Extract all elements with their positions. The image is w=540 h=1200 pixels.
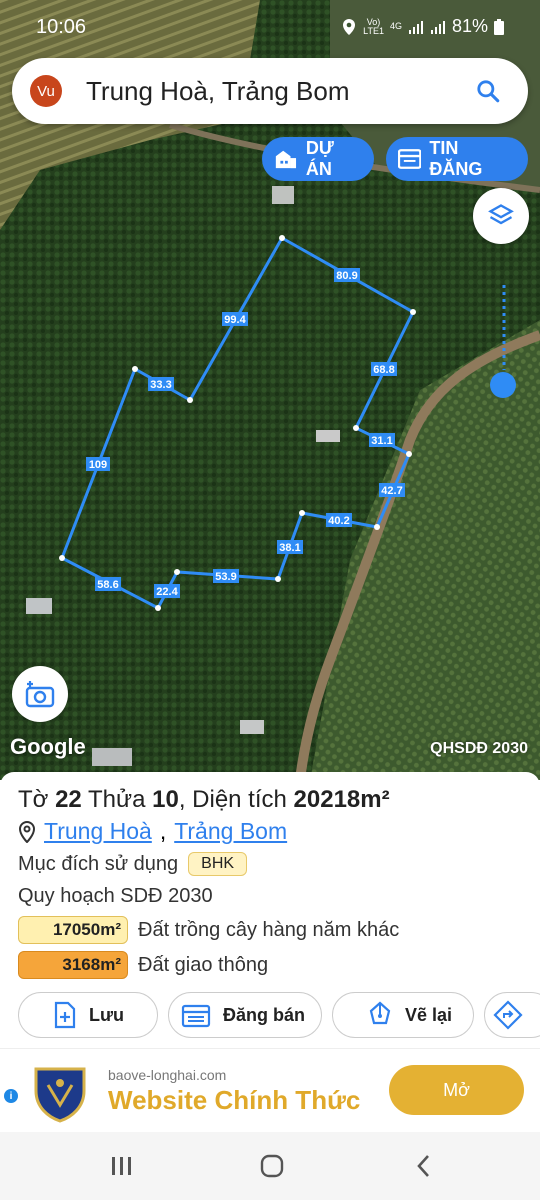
plan-name: Đất trồng cây hàng năm khác (138, 918, 400, 941)
edge-label: 33.3 (150, 379, 171, 391)
layers-button[interactable] (473, 188, 529, 244)
map-layer-label: QHSDĐ 2030 (430, 740, 528, 757)
district-link[interactable]: Trảng Bom (174, 818, 287, 845)
plan-item: 17050m² Đất trồng cây hàng năm khác (18, 916, 399, 944)
tin-dang-label: TIN ĐĂNG (429, 138, 483, 179)
directions-button[interactable] (484, 992, 540, 1038)
status-icons: Vo) LTE1 4G 81% (341, 16, 504, 37)
home-icon (260, 1154, 284, 1178)
add-camera-icon (25, 681, 55, 708)
search-query[interactable]: Trung Hoà, Trảng Bom (86, 76, 468, 107)
clock: 10:06 (36, 16, 87, 38)
ad-headline[interactable]: Website Chính Thức (108, 1085, 360, 1116)
satellite-map[interactable]: 80.9 99.4 33.3 68.8 31.1 109 42.7 40.2 3… (0, 0, 540, 780)
signal-icon-2 (430, 20, 445, 34)
add-photo-button[interactable] (12, 666, 68, 722)
location-pin-icon (18, 820, 36, 843)
status-bar: 10:06 Vo) LTE1 4G 81% (0, 0, 540, 52)
edge-label: 31.1 (371, 435, 392, 447)
commune-link[interactable]: Trung Hoà (44, 818, 152, 845)
edge-label: 80.9 (336, 270, 357, 282)
battery-percent: 81% (451, 16, 488, 36)
purpose-label: Mục đích sử dụng (18, 852, 179, 875)
recent-apps-button[interactable] (108, 1152, 136, 1180)
calendar-icon (181, 1004, 211, 1028)
edge-label: 53.9 (215, 571, 236, 583)
address-separator: , (159, 818, 167, 844)
sell-button[interactable]: Đăng bán (168, 992, 322, 1038)
longhai-shield-logo (34, 1067, 86, 1123)
network-indicator: 4G (389, 21, 402, 31)
redraw-pen-icon (369, 1001, 391, 1025)
edge-label: 68.8 (373, 364, 394, 376)
search-bar[interactable]: Vu Trung Hoà, Trảng Bom (12, 58, 528, 124)
layers-icon (488, 204, 514, 225)
plan-item: 3168m² Đất giao thông (18, 951, 268, 979)
system-nav-bar (0, 1132, 540, 1200)
save-button[interactable]: Lưu (18, 992, 158, 1038)
du-an-button[interactable]: DỰ ÁN (262, 137, 374, 181)
parcel-address: Trung Hoà, Trảng Bom (18, 818, 287, 845)
back-button[interactable] (410, 1152, 438, 1180)
avatar[interactable]: Vu (30, 75, 62, 107)
parcel-info-panel: Tờ 22 Thửa 10, Diện tích 20218m² Trung H… (0, 772, 540, 1050)
action-bar: Lưu Đăng bán Vẽ lại (0, 992, 540, 1040)
tin-dang-button[interactable]: TIN ĐĂNG (386, 137, 528, 181)
edge-label: 99.4 (224, 314, 246, 326)
edge-label: 42.7 (381, 485, 402, 497)
listing-icon (398, 149, 422, 169)
save-file-icon (54, 1001, 76, 1029)
redraw-button[interactable]: Vẽ lại (332, 992, 474, 1038)
parcel-title: Tờ 22 Thửa 10, Diện tích 20218m² (18, 786, 390, 813)
ad-info-icon[interactable]: i (4, 1089, 18, 1103)
signal-icon (408, 20, 423, 34)
plan-area: 3168m² (18, 951, 128, 979)
edge-label: 22.4 (156, 586, 178, 598)
edge-label: 109 (89, 459, 107, 471)
redraw-label: Vẽ lại (405, 1004, 453, 1025)
edge-label: 40.2 (328, 515, 349, 527)
back-chevron-icon (417, 1155, 429, 1177)
google-logo: Google (10, 734, 86, 759)
save-label: Lưu (89, 1004, 125, 1025)
recents-icon (112, 1157, 131, 1175)
location-status-icon (343, 18, 356, 35)
du-an-label: DỰ ÁN (305, 138, 334, 179)
ad-banner[interactable]: i baove-longhai.com Website Chính Thức M… (0, 1048, 540, 1132)
battery-icon (494, 18, 504, 35)
location-dot (490, 372, 516, 398)
sell-label: Đăng bán (223, 1004, 306, 1025)
purpose-code-badge[interactable]: BHK (188, 852, 248, 876)
purpose-row: Mục đích sử dụng BHK (18, 852, 248, 876)
screen: 80.9 99.4 33.3 68.8 31.1 109 42.7 40.2 3… (0, 0, 540, 1200)
plan-area: 17050m² (18, 916, 128, 944)
ad-domain: baove-longhai.com (108, 1067, 227, 1083)
home-button[interactable] (258, 1152, 286, 1180)
edge-label: 58.6 (97, 579, 118, 591)
plan-name: Đất giao thông (138, 953, 269, 976)
volte-indicator: Vo) LTE1 (363, 16, 384, 36)
directions-icon (493, 1000, 523, 1030)
edge-label: 38.1 (279, 542, 300, 554)
ad-open-button[interactable]: Mở (389, 1065, 524, 1115)
buildings-icon (275, 150, 297, 169)
plan-label: Quy hoạch SDĐ 2030 (18, 885, 213, 907)
search-icon[interactable] (468, 71, 508, 111)
